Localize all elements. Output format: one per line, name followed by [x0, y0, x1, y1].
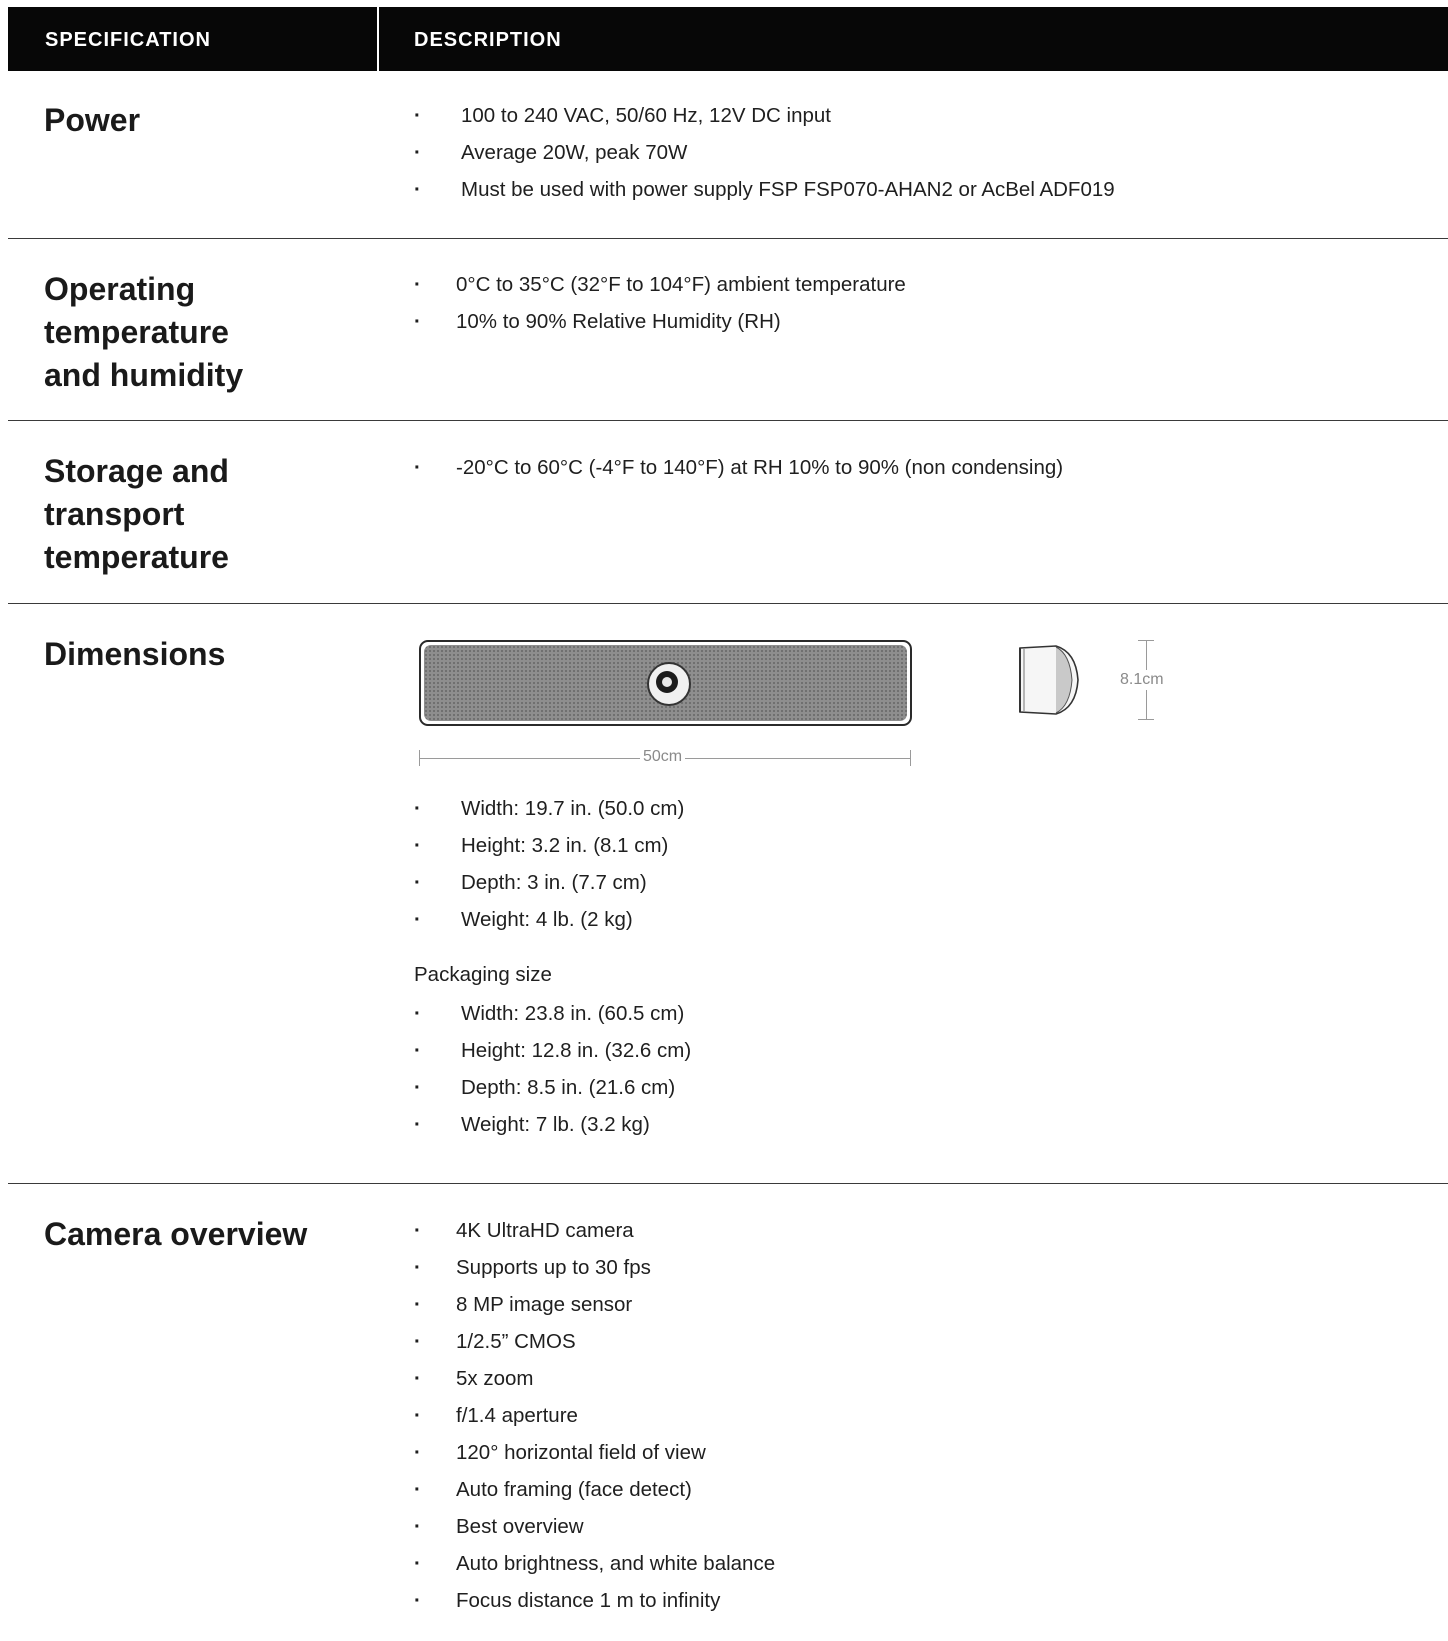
speaker-grille: [424, 645, 907, 721]
spec-label-dimensions: Dimensions: [44, 636, 226, 672]
width-dimension-tick: [419, 750, 420, 766]
bullet-icon: ·: [414, 1039, 421, 1062]
bullet-icon: ·: [414, 456, 421, 479]
bullet-icon: ·: [414, 1589, 421, 1612]
spec-label-camera-overview: Camera overview: [44, 1216, 308, 1252]
bullet-icon: ·: [414, 834, 421, 857]
bullet-icon: ·: [414, 141, 421, 164]
bullet-icon: ·: [414, 310, 421, 333]
height-dimension-tick: [1138, 719, 1154, 720]
width-dimension-label: 50cm: [640, 748, 686, 766]
bullet-icon: ·: [414, 871, 421, 894]
bullet-icon: ·: [414, 908, 421, 931]
camera-lens-icon: [647, 662, 691, 706]
header-specification: SPECIFICATION: [45, 29, 211, 51]
spec-label-operating: Operating temperature and humidity: [44, 271, 244, 393]
bullet-icon: ·: [414, 1478, 421, 1501]
spec-label-storage: Storage and transport temperature: [44, 453, 229, 575]
row-divider: [8, 238, 1448, 239]
height-dimension-tick: [1138, 640, 1154, 641]
bullet-icon: ·: [414, 1002, 421, 1025]
bullet-icon: ·: [414, 1076, 421, 1099]
bullet-icon: ·: [414, 1113, 421, 1136]
device-side-illustration: [1019, 645, 1079, 715]
bullet-icon: ·: [414, 1256, 421, 1279]
height-dimension-label: 8.1cm: [1118, 670, 1166, 690]
bullet-icon: ·: [414, 797, 421, 820]
bullet-icon: ·: [414, 1552, 421, 1575]
row-divider: [8, 603, 1448, 604]
bullet-icon: ·: [414, 1219, 421, 1242]
spec-table-header: SPECIFICATION DESCRIPTION: [8, 7, 1448, 71]
bullet-icon: ·: [414, 1515, 421, 1538]
bullet-icon: ·: [414, 1330, 421, 1353]
width-dimension-tick: [910, 750, 911, 766]
bullet-icon: ·: [414, 1293, 421, 1316]
row-divider: [8, 1183, 1448, 1184]
header-column-divider: [377, 7, 379, 71]
bullet-icon: ·: [414, 178, 421, 201]
bullet-icon: ·: [414, 1404, 421, 1427]
header-description: DESCRIPTION: [414, 29, 562, 51]
bullet-icon: ·: [414, 273, 421, 296]
packaging-size-title: Packaging size: [414, 963, 552, 986]
bullet-icon: ·: [414, 1441, 421, 1464]
row-divider: [8, 420, 1448, 421]
bullet-icon: ·: [414, 1367, 421, 1390]
device-front-illustration: [419, 640, 912, 726]
bullet-icon: ·: [414, 104, 421, 127]
spec-label-power: Power: [44, 102, 141, 138]
